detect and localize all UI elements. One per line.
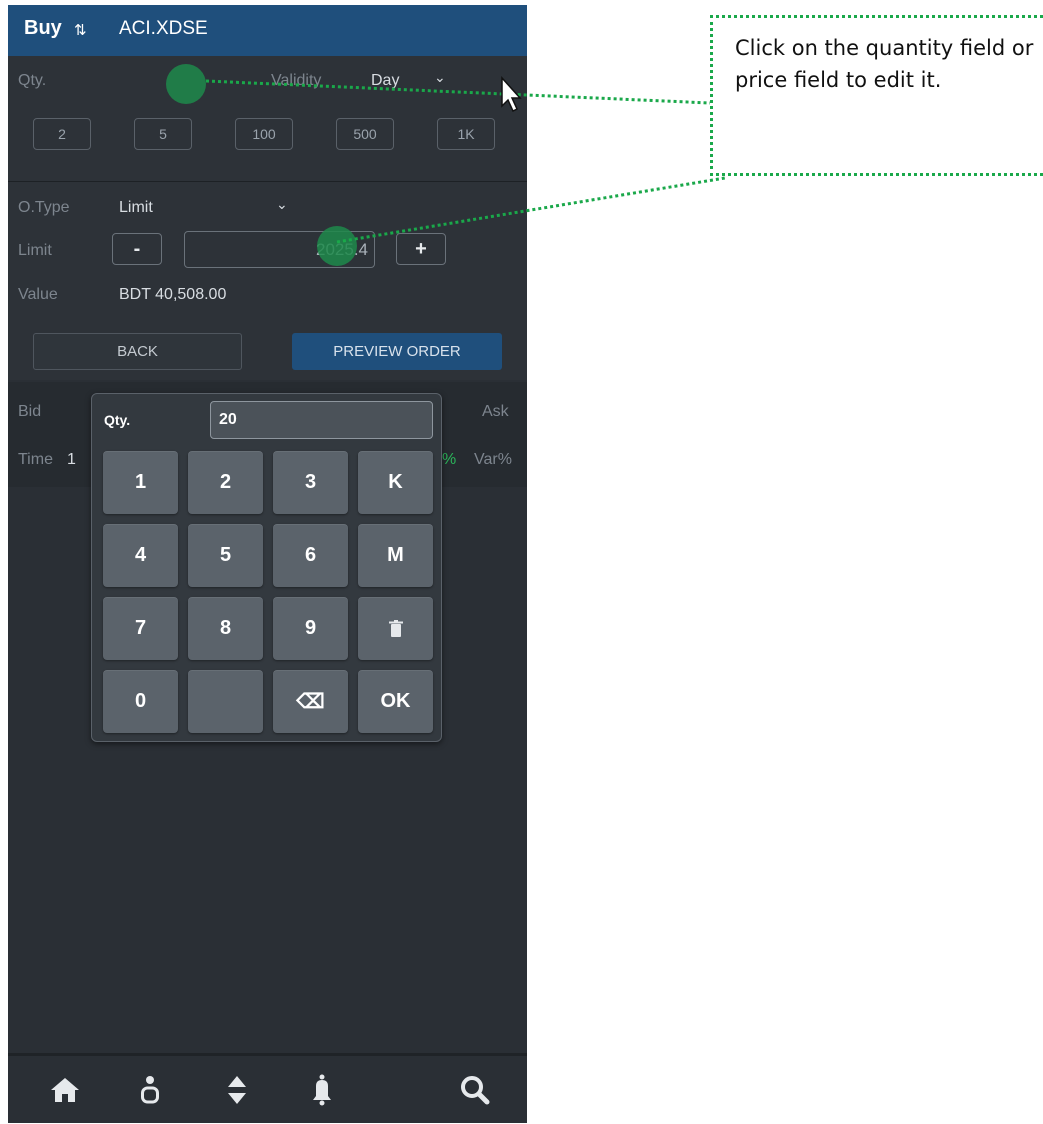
tooltip-callout: Click on the quantity field or price fie…: [710, 15, 1043, 176]
time-value: 1: [67, 451, 76, 468]
key-thousand[interactable]: K: [358, 451, 433, 514]
quick-qty-1k[interactable]: 1K: [437, 118, 495, 150]
key-4[interactable]: 4: [103, 524, 178, 587]
order-value: BDT 40,508.00: [119, 286, 227, 303]
var-label: Var%: [474, 451, 512, 468]
key-blank[interactable]: [188, 670, 263, 733]
key-8[interactable]: 8: [188, 597, 263, 660]
quick-qty-100[interactable]: 100: [235, 118, 293, 150]
key-1[interactable]: 1: [103, 451, 178, 514]
key-million[interactable]: M: [358, 524, 433, 587]
chevron-down-icon[interactable]: ⌄: [276, 196, 288, 213]
otype-label: O.Type: [18, 199, 70, 216]
order-header: Buy ⇅ ACI.XDSE: [8, 5, 527, 56]
key-6[interactable]: 6: [273, 524, 348, 587]
order-side[interactable]: Buy: [24, 17, 62, 40]
qty-label: Qty.: [18, 72, 47, 89]
tooltip-text: Click on the quantity field or price fie…: [735, 36, 1034, 92]
clear-key[interactable]: [358, 597, 433, 660]
quick-qty-500[interactable]: 500: [336, 118, 394, 150]
bell-icon[interactable]: [302, 1070, 342, 1110]
back-button[interactable]: BACK: [33, 333, 242, 370]
key-7[interactable]: 7: [103, 597, 178, 660]
search-icon[interactable]: [455, 1070, 495, 1110]
home-icon[interactable]: [45, 1070, 85, 1110]
increase-price-button[interactable]: +: [396, 233, 446, 265]
trash-icon: [388, 619, 403, 637]
symbol-title: ACI.XDSE: [119, 18, 208, 39]
preview-order-button[interactable]: PREVIEW ORDER: [292, 333, 502, 370]
swap-icon[interactable]: [217, 1070, 257, 1110]
key-2[interactable]: 2: [188, 451, 263, 514]
backspace-key[interactable]: ⌫: [273, 670, 348, 733]
highlight-dot-price: [317, 226, 357, 266]
chevron-down-icon[interactable]: ⌄: [434, 69, 446, 86]
key-5[interactable]: 5: [188, 524, 263, 587]
ask-label: Ask: [482, 403, 509, 420]
bottom-nav: [8, 1056, 527, 1123]
swap-side-icon[interactable]: ⇅: [74, 21, 87, 39]
bid-label: Bid: [18, 403, 42, 420]
value-label: Value: [18, 286, 58, 303]
key-0[interactable]: 0: [103, 670, 178, 733]
quick-qty-2[interactable]: 2: [33, 118, 91, 150]
validity-label: Validity: [271, 72, 322, 89]
limit-label: Limit: [18, 242, 52, 259]
quick-qty-5[interactable]: 5: [134, 118, 192, 150]
quantity-keypad: Qty. 20 1 2 3 K 4 5 6 M 7 8 9 0 ⌫ OK: [91, 393, 442, 742]
decrease-price-button[interactable]: -: [112, 233, 162, 265]
keypad-input[interactable]: 20: [210, 401, 433, 439]
key-9[interactable]: 9: [273, 597, 348, 660]
keypad-label: Qty.: [104, 412, 131, 428]
key-3[interactable]: 3: [273, 451, 348, 514]
ok-key[interactable]: OK: [358, 670, 433, 733]
change-percent: %: [442, 451, 457, 468]
highlight-dot-qty: [166, 64, 206, 104]
time-label: Time: [18, 451, 53, 468]
otype-select[interactable]: Limit: [119, 199, 153, 217]
person-icon[interactable]: [130, 1070, 170, 1110]
validity-select[interactable]: Day: [371, 72, 399, 90]
